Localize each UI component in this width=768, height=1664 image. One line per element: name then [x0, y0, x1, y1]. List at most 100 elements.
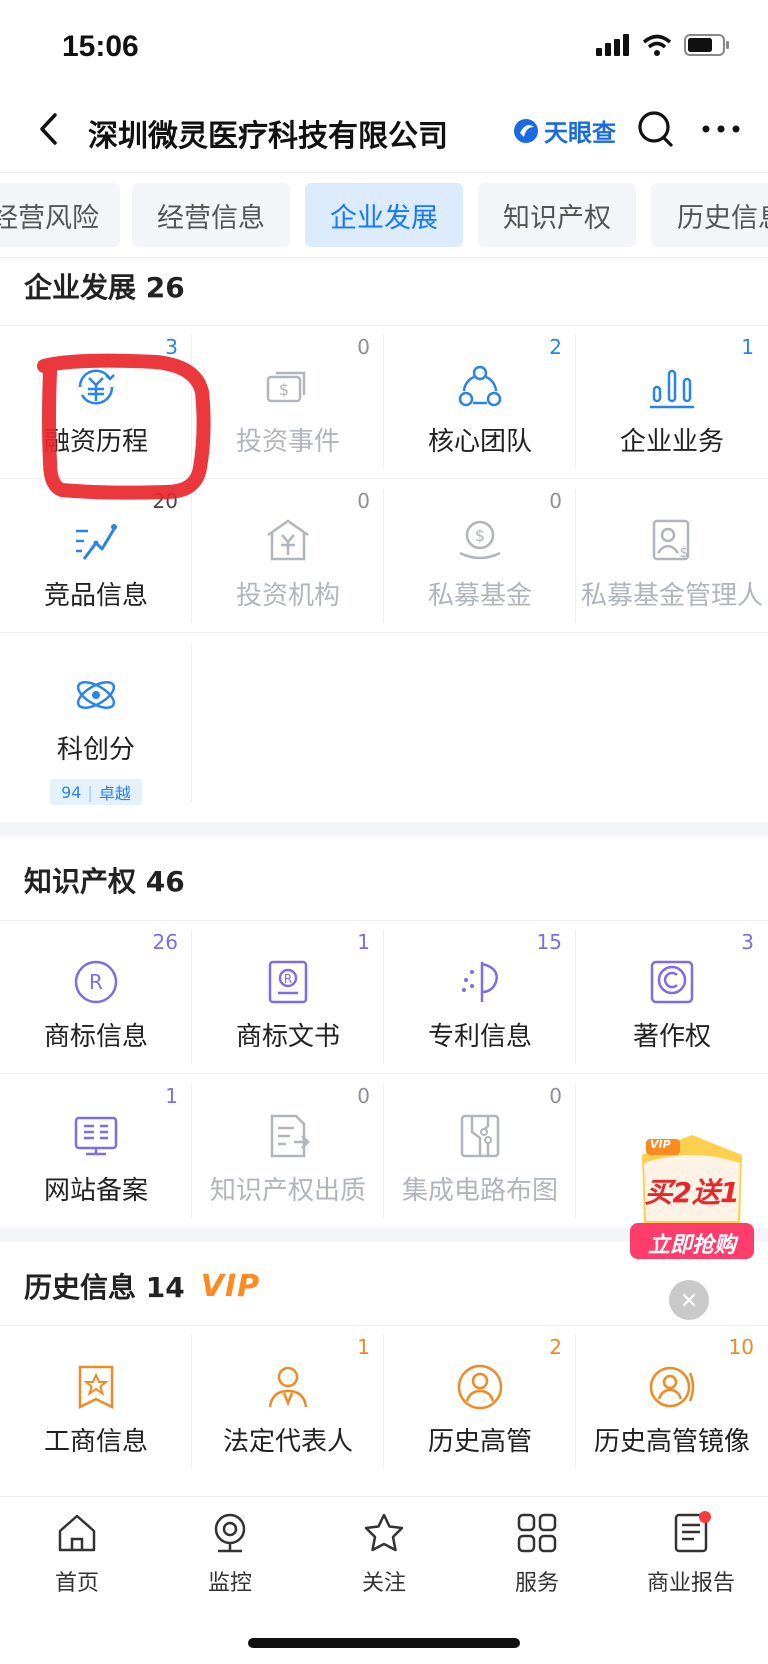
item-count: 0 [357, 489, 370, 513]
grid-item-former-executives[interactable]: 2 历史高管 [384, 1325, 576, 1479]
copyright-icon [650, 960, 694, 1004]
section-gap [0, 822, 768, 836]
item-label: 企业业务 [619, 427, 724, 457]
tab-intellectual-property[interactable]: 知识产权 [478, 183, 636, 247]
grid-item-competitor-info[interactable]: 20 竞品信息 [0, 479, 192, 633]
grid-item-ip-pledge[interactable]: 0 知识产权出质 [192, 1074, 384, 1228]
item-label: 专利信息 [427, 1022, 532, 1052]
item-label: 商标文书 [235, 1022, 340, 1052]
competitor-trend-icon [76, 524, 117, 560]
promo-close-button[interactable] [669, 1280, 709, 1320]
grid-item-executive-mirror[interactable]: 10 历史高管镜像 [576, 1325, 768, 1479]
star-icon [364, 1513, 404, 1552]
executive-mirror-icon [649, 1366, 695, 1408]
tech-score-badge: 94 | 卓越 [50, 779, 142, 805]
grid-item-trademark-info[interactable]: 26 R 商标信息 [0, 920, 192, 1074]
item-count: 3 [741, 930, 754, 954]
grid-item-core-team[interactable]: 2 核心团队 [384, 325, 576, 479]
tech-score-value: 94 [61, 782, 82, 802]
trademark-icon: R [74, 960, 118, 1004]
item-count: 0 [549, 489, 562, 513]
home-indicator [248, 1638, 520, 1648]
website-filing-icon [74, 1116, 118, 1156]
business-chart-icon [650, 369, 694, 409]
grid-item-patent-info[interactable]: 15 专利信息 [384, 920, 576, 1074]
item-label: 知识产权出质 [209, 1176, 366, 1206]
tab-label: 知识产权 [503, 202, 611, 234]
item-count: 1 [357, 930, 370, 954]
patent-icon [462, 962, 498, 1002]
item-label: 竞品信息 [43, 581, 148, 611]
tab-label: 企业发展 [330, 202, 438, 234]
category-tabs: 经营风险 经营信息 企业发展 知识产权 历史信息 [0, 183, 768, 249]
section-count: 46 [145, 865, 185, 898]
item-count: 10 [728, 1335, 754, 1359]
wifi-icon [642, 34, 672, 56]
bottom-nav-monitor[interactable]: 监控 [170, 1511, 290, 1597]
tech-score-icon [76, 681, 116, 709]
promo-offer-text: 买2送1 [644, 1176, 740, 1209]
home-icon [58, 1514, 96, 1552]
grid-item-website-filing[interactable]: 1 网站备案 [0, 1074, 192, 1228]
section-title: 企业发展 26 [24, 271, 185, 304]
grid-item-fund-manager[interactable]: $ 私募基金管理人 [576, 479, 768, 633]
bottom-nav-label: 服务 [514, 1571, 559, 1596]
more-icon[interactable] [700, 109, 742, 149]
section-header-development: 企业发展 26 [24, 266, 185, 306]
tab-enterprise-development[interactable]: 企业发展 [305, 183, 463, 247]
grid-item-enterprise-business[interactable]: 1 企业业务 [576, 325, 768, 479]
item-label: 历史高管 [427, 1427, 532, 1457]
item-label: 核心团队 [427, 427, 532, 457]
svg-text:R: R [89, 970, 103, 994]
logo-text: 天眼查 [544, 119, 616, 147]
grid-item-circuit-layout[interactable]: 0 集成电路布图 [384, 1074, 576, 1228]
promo-float-badge[interactable]: VIP 买2送1 立即抢购 [622, 1125, 762, 1265]
tab-history-info[interactable]: 历史信息 [651, 183, 768, 247]
bottom-nav-label: 监控 [207, 1571, 252, 1596]
services-icon [517, 1513, 557, 1553]
circuit-layout-icon [460, 1114, 500, 1158]
section-count: 14 [145, 1271, 185, 1304]
tabs-divider [0, 257, 768, 258]
bottom-nav-home[interactable]: 首页 [17, 1511, 137, 1597]
grid-item-copyright[interactable]: 3 著作权 [576, 920, 768, 1074]
section-title: 知识产权 46 [24, 865, 185, 898]
fund-manager-icon: $ [652, 519, 690, 561]
grid-item-business-registration-history[interactable]: 工商信息 [0, 1325, 192, 1479]
item-count: 0 [357, 335, 370, 359]
nav-divider [0, 172, 768, 173]
red-circle-annotation [37, 353, 211, 500]
section-count: 26 [145, 271, 185, 304]
bottom-nav-services[interactable]: 服务 [477, 1511, 597, 1597]
svg-text:$: $ [680, 545, 689, 561]
bottom-nav-business-report[interactable]: 商业报告 [631, 1511, 751, 1597]
tab-business-risk[interactable]: 经营风险 [0, 183, 120, 247]
ip-pledge-icon [270, 1114, 310, 1158]
grid-item-private-fund[interactable]: 0 $ 私募基金 [384, 479, 576, 633]
svg-text:R: R [284, 972, 292, 986]
item-label: 法定代表人 [222, 1427, 353, 1457]
tianyancha-logo: 天眼查 [512, 113, 616, 148]
bottom-nav-follow[interactable]: 关注 [324, 1511, 444, 1597]
bottom-nav-label: 关注 [361, 1571, 406, 1596]
business-registration-icon [78, 1365, 114, 1410]
grid-item-tech-score[interactable]: 科创分 94 | 卓越 [0, 633, 192, 813]
tab-business-info[interactable]: 经营信息 [132, 183, 290, 247]
grid-item-investment-institution[interactable]: 0 投资机构 [192, 479, 384, 633]
item-label: 商标信息 [43, 1022, 148, 1052]
grid-item-trademark-documents[interactable]: 1 R 商标文书 [192, 920, 384, 1074]
search-icon[interactable] [636, 109, 676, 149]
back-arrow-icon[interactable] [30, 109, 70, 149]
promo-buy-button[interactable]: 立即抢购 [630, 1227, 754, 1259]
item-count: 0 [549, 1084, 562, 1108]
section-header-ip: 知识产权 46 [24, 860, 185, 900]
former-executive-icon [457, 1364, 503, 1410]
legal-representative-icon [268, 1366, 308, 1408]
item-label: 著作权 [632, 1022, 711, 1052]
battery-icon [684, 34, 729, 56]
vip-badge: VIP [200, 1268, 261, 1304]
grid-item-legal-representative[interactable]: 1 法定代表人 [192, 1325, 384, 1479]
bottom-nav-label: 商业报告 [646, 1571, 735, 1596]
tab-label: 经营信息 [157, 202, 265, 234]
tianyancha-logo-icon [514, 118, 538, 143]
